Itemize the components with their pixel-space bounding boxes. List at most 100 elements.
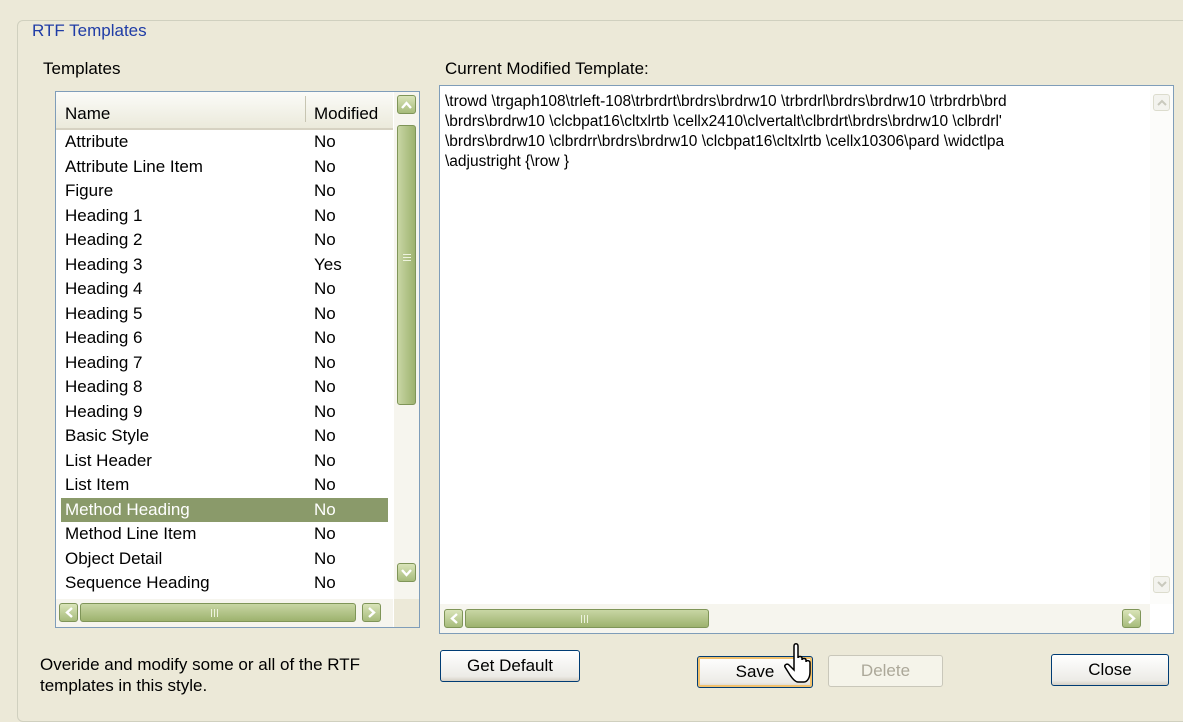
- thumb-grip: [584, 615, 585, 623]
- list-item[interactable]: Heading 8 No: [56, 375, 393, 400]
- template-name: Figure: [65, 181, 114, 200]
- template-name: Object Detail: [65, 548, 163, 568]
- list-item[interactable]: Attribute No: [56, 130, 393, 155]
- list-rows: Attribute No Attribute Line Item No Figure No…: [56, 130, 393, 596]
- list-item[interactable]: Basic Style No: [56, 424, 393, 449]
- template-name: Heading 7: [65, 352, 143, 372]
- list-item[interactable]: Heading 2 No: [56, 228, 393, 253]
- template-modified: No: [314, 279, 336, 298]
- list-item[interactable]: List Header No: [56, 449, 393, 474]
- delete-button[interactable]: Delete: [828, 655, 943, 687]
- list-item[interactable]: Heading 5 No: [56, 302, 393, 327]
- chevron-down-icon: [1156, 581, 1167, 588]
- scroll-right-button[interactable]: [362, 603, 381, 622]
- template-modified: Yes: [314, 254, 342, 274]
- mouse-cursor-icon: [784, 643, 811, 683]
- current-template-label: Current Modified Template:: [445, 59, 649, 78]
- chevron-up-icon: [401, 100, 412, 109]
- list-item[interactable]: Heading 7 No: [56, 351, 393, 376]
- thumb-grip: [211, 609, 212, 617]
- text-vertical-scrollbar[interactable]: [1150, 86, 1173, 604]
- help-text: Overide and modify some or all of the RT…: [40, 655, 360, 695]
- thumb-grip: [403, 254, 411, 255]
- template-modified: No: [314, 377, 336, 396]
- text-scroll-down-button[interactable]: [1153, 576, 1170, 593]
- text-scroll-right-button[interactable]: [1122, 609, 1141, 628]
- template-modified: No: [314, 156, 336, 176]
- thumb-grip: [581, 615, 582, 623]
- chevron-right-icon: [367, 607, 376, 618]
- thumb-grip: [403, 260, 411, 261]
- template-name: Heading 3: [65, 254, 143, 274]
- template-modified: No: [314, 426, 336, 445]
- horizontal-scroll-thumb[interactable]: [80, 603, 356, 622]
- template-modified: No: [314, 450, 336, 470]
- text-horizontal-scroll-thumb[interactable]: [465, 609, 709, 628]
- list-header: Name Modified: [56, 92, 393, 130]
- list-item[interactable]: Method Line Item No: [56, 522, 393, 547]
- template-modified: No: [314, 475, 336, 494]
- template-modified: No: [314, 573, 336, 592]
- group-title: RTF Templates: [28, 21, 151, 41]
- list-item[interactable]: Sequence Heading No: [56, 571, 393, 596]
- list-item-selected[interactable]: Method Heading No: [61, 497, 388, 522]
- chevron-down-icon: [401, 568, 412, 577]
- text-scroll-left-button[interactable]: [444, 609, 463, 628]
- template-modified: No: [314, 181, 336, 200]
- chevron-left-icon: [449, 613, 458, 624]
- template-name: Heading 5: [65, 303, 143, 323]
- template-name: List Header: [65, 450, 152, 470]
- template-name: Heading 4: [65, 279, 143, 298]
- thumb-grip: [214, 609, 215, 617]
- list-item[interactable]: Heading 3 Yes: [56, 253, 393, 278]
- template-modified: No: [314, 303, 336, 323]
- template-name: Heading 2: [65, 230, 143, 249]
- thumb-grip: [403, 257, 411, 258]
- list-item[interactable]: List Item No: [56, 473, 393, 498]
- scrollbar-corner: [394, 599, 419, 627]
- column-divider[interactable]: [305, 96, 306, 122]
- template-name: Sequence Heading: [65, 573, 210, 592]
- template-name: Attribute Line Item: [65, 156, 203, 176]
- template-name: Attribute: [65, 132, 129, 151]
- scroll-down-button[interactable]: [397, 563, 416, 582]
- list-item[interactable]: Attribute Line Item No: [56, 155, 393, 180]
- list-item[interactable]: Heading 4 No: [56, 277, 393, 302]
- template-text-area[interactable]: \trowd \trgaph108\trleft-108\trbrdrt\brd…: [439, 85, 1174, 634]
- chevron-left-icon: [64, 607, 73, 618]
- templates-list[interactable]: Name Modified Attribute No Attribute Line …: [55, 91, 420, 628]
- list-item[interactable]: Heading 1 No: [56, 204, 393, 229]
- template-modified: No: [314, 352, 336, 372]
- list-item[interactable]: Object Detail No: [56, 547, 393, 572]
- template-modified: No: [314, 328, 336, 347]
- close-button[interactable]: Close: [1051, 654, 1169, 686]
- template-modified: No: [314, 548, 336, 568]
- template-modified: No: [314, 230, 336, 249]
- template-name: Method Heading: [65, 499, 190, 519]
- template-modified: No: [314, 524, 336, 543]
- template-name: Method Line Item: [65, 524, 197, 543]
- column-header-modified[interactable]: Modified: [314, 104, 378, 124]
- vertical-scroll-thumb[interactable]: [397, 125, 416, 405]
- column-header-name[interactable]: Name: [65, 104, 110, 124]
- scroll-left-button[interactable]: [59, 603, 78, 622]
- chevron-up-icon: [1156, 99, 1167, 106]
- thumb-grip: [217, 609, 218, 617]
- template-modified: No: [314, 205, 336, 225]
- list-item[interactable]: Heading 6 No: [56, 326, 393, 351]
- template-name: Heading 8: [65, 377, 143, 396]
- template-modified: No: [314, 401, 336, 421]
- template-text[interactable]: \trowd \trgaph108\trleft-108\trbrdrt\brd…: [445, 92, 1150, 172]
- scroll-up-button[interactable]: [397, 95, 416, 114]
- chevron-right-icon: [1127, 613, 1136, 624]
- template-name: Heading 9: [65, 401, 143, 421]
- list-item[interactable]: Figure No: [56, 179, 393, 204]
- text-horizontal-scrollbar[interactable]: [440, 604, 1150, 633]
- list-vertical-scrollbar[interactable]: [394, 92, 419, 599]
- list-horizontal-scrollbar[interactable]: [56, 599, 393, 627]
- get-default-button[interactable]: Get Default: [440, 650, 580, 682]
- list-item[interactable]: Heading 9 No: [56, 400, 393, 425]
- text-scroll-up-button[interactable]: [1153, 94, 1170, 111]
- template-name: Heading 6: [65, 328, 143, 347]
- thumb-grip: [587, 615, 588, 623]
